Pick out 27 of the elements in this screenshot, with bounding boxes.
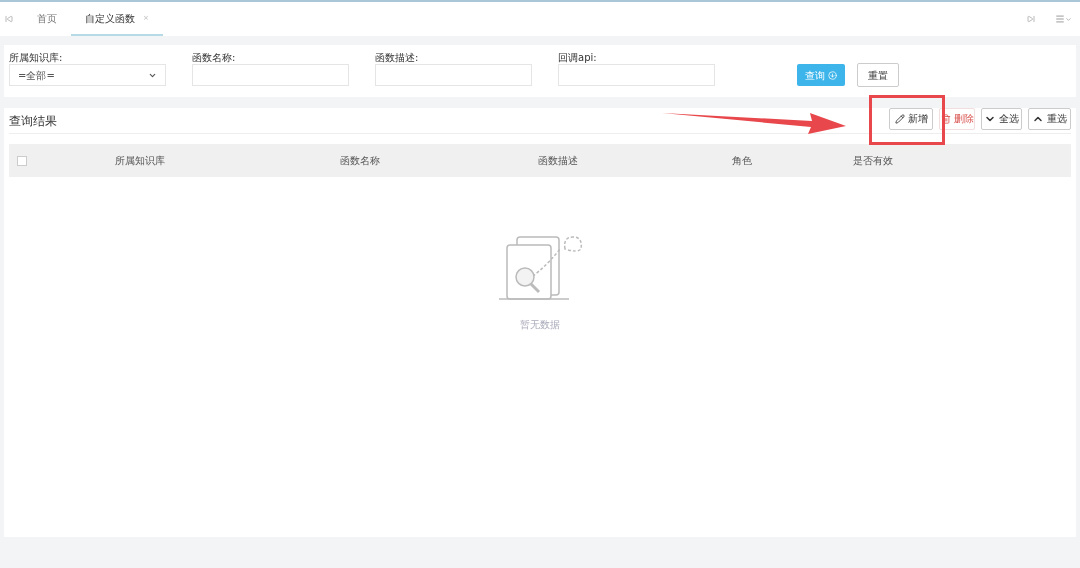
pencil-icon [894, 113, 905, 124]
filter-label: 函数描述: [375, 51, 420, 64]
reselect-button[interactable]: 重选 [1028, 107, 1071, 130]
tab[interactable]: 首页 [23, 2, 71, 36]
filter-label: 函数名称: [192, 51, 237, 64]
column-header: 角色 [732, 154, 752, 168]
scroll-left-icon[interactable] [5, 15, 13, 23]
scroll-right-icon[interactable] [1027, 15, 1035, 23]
knowledge-base-select[interactable]: =全部= [9, 64, 166, 86]
input-field[interactable] [192, 64, 349, 86]
menu-icon[interactable] [1055, 14, 1072, 24]
add-button[interactable]: 新增 [889, 107, 933, 130]
checkbox[interactable] [17, 155, 27, 166]
filter-label: 回调api: [558, 51, 598, 64]
column-header: 函数描述 [538, 154, 578, 168]
reset-button[interactable]: 重置 [857, 63, 899, 87]
filter-label: 所属知识库: [9, 51, 64, 64]
section-title: 查询结果 [9, 112, 57, 130]
column-header: 所属知识库 [115, 154, 165, 168]
empty-text: 暂无数据 [520, 318, 560, 332]
delete-button[interactable]: 删除 [939, 107, 975, 130]
column-header: 是否有效 [853, 154, 893, 168]
arrow-down-circle-icon [828, 70, 837, 80]
select-all-button[interactable]: 全选 [981, 107, 1022, 130]
input-field[interactable] [375, 64, 532, 86]
input-field[interactable] [558, 64, 715, 86]
column-header: 函数名称 [340, 154, 380, 168]
